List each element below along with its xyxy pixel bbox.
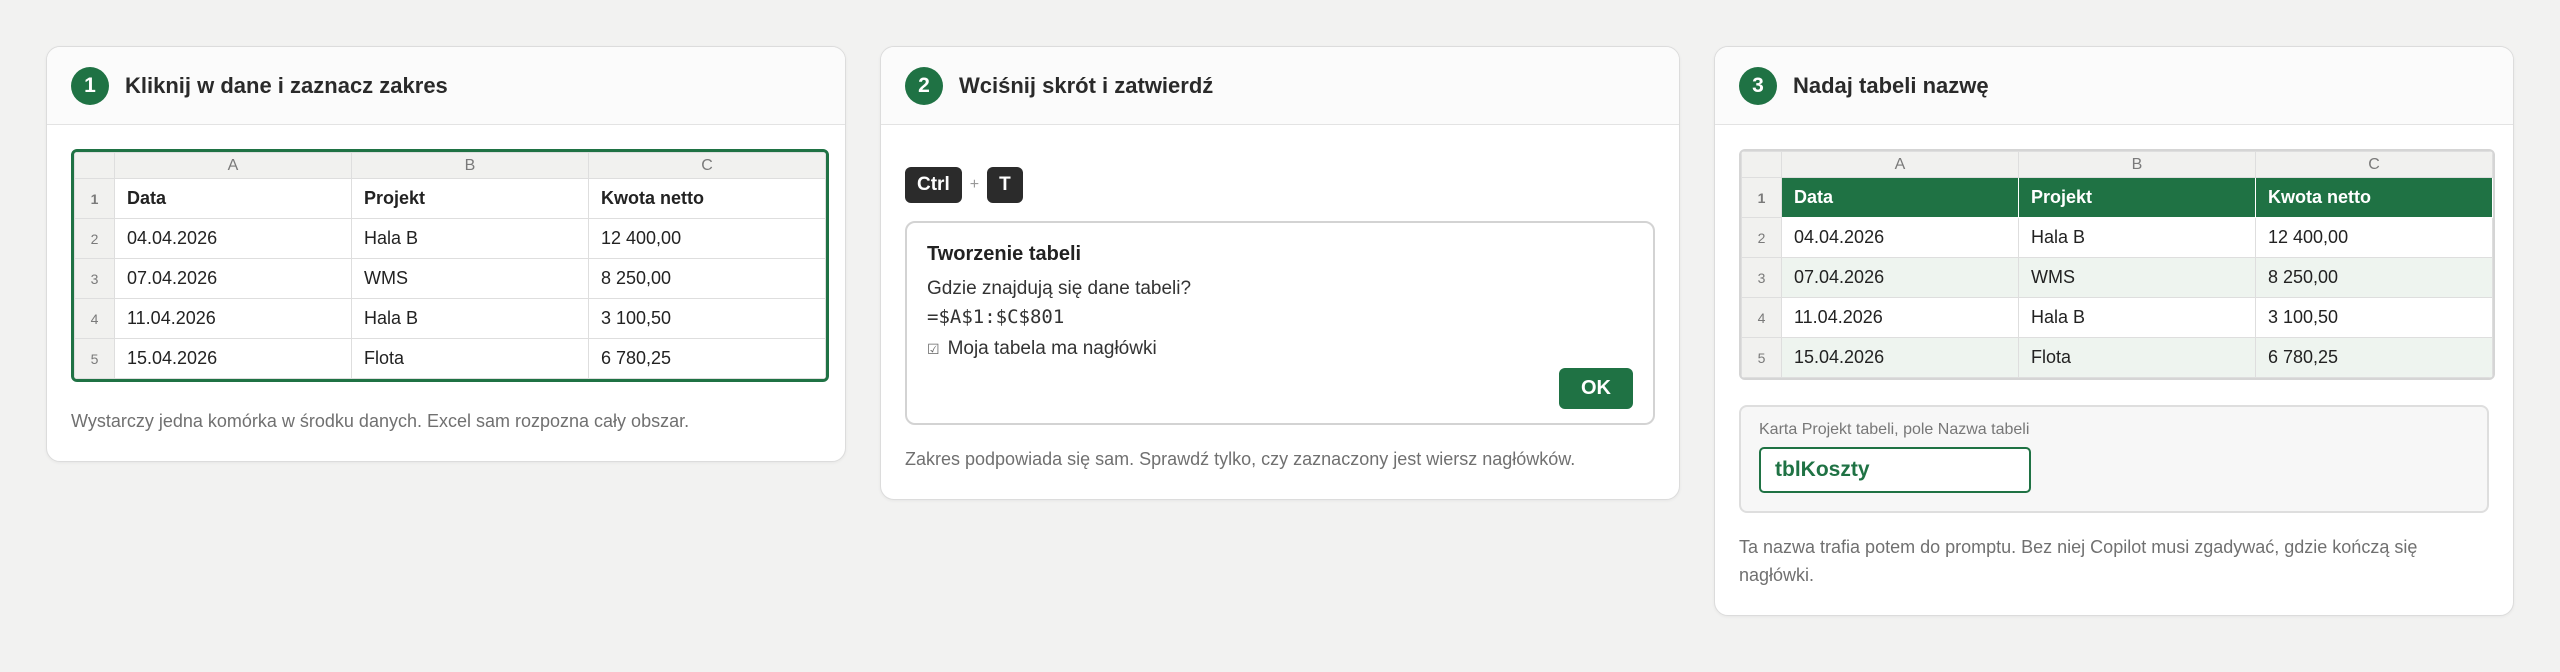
step-caption: Wystarczy jedna komórka w środku danych.… [71, 411, 690, 431]
row-number[interactable]: 3 [74, 258, 115, 299]
column-header-c[interactable]: C [2255, 151, 2493, 178]
table-name-panel: Karta Projekt tabeli, pole Nazwa tabeli … [1739, 405, 2489, 513]
cell-project[interactable]: Hala B [2018, 217, 2256, 258]
step-title: Nadaj tabeli nazwę [1793, 72, 1989, 98]
cell-date[interactable]: 04.04.2026 [1781, 217, 2019, 258]
cell-project[interactable]: WMS [2018, 257, 2256, 298]
table-name-input[interactable]: tblKoszty [1759, 447, 2031, 493]
row-number[interactable]: 5 [1741, 337, 1782, 378]
range-field[interactable]: =$A$1:$C$801 [927, 306, 1633, 328]
dialog-question: Gdzie znajdują się dane tabeli? [927, 278, 1192, 299]
header-cell-kwota[interactable]: Kwota netto [588, 178, 826, 219]
row-number[interactable]: 4 [1741, 297, 1782, 338]
cell-project[interactable]: Flota [351, 338, 589, 379]
cell-amount[interactable]: 12 400,00 [588, 218, 826, 259]
checkbox-checked-icon[interactable]: ☑ [927, 341, 940, 358]
step-caption: Zakres podpowiada się sam. Sprawdź tylko… [905, 449, 1576, 469]
cell-date[interactable]: 11.04.2026 [114, 298, 352, 339]
plus-sign: + [969, 176, 980, 193]
column-header-b[interactable]: B [2018, 151, 2256, 178]
row-number[interactable]: 3 [1741, 257, 1782, 298]
step-caption: Ta nazwa trafia potem do promptu. Bez ni… [1739, 537, 2418, 585]
formatted-table-sheet[interactable]: A B C 1 Data Projekt Kwota netto 2 04.04… [1739, 149, 2495, 380]
dialog-title: Tworzenie tabeli [927, 243, 1082, 265]
cell-amount[interactable]: 12 400,00 [2255, 217, 2493, 258]
table-row: 1 Data Projekt Kwota netto [74, 178, 826, 219]
table-row: 5 15.04.2026 Flota 6 780,25 [74, 338, 826, 379]
create-table-dialog: Tworzenie tabeli Gdzie znajdują się dane… [905, 221, 1655, 425]
row-number[interactable]: 4 [74, 298, 115, 339]
header-cell-kwota[interactable]: Kwota netto [2255, 177, 2493, 218]
row-number[interactable]: 2 [74, 218, 115, 259]
step-number-badge: 3 [1739, 66, 1777, 105]
header-cell-projekt[interactable]: Projekt [2018, 177, 2256, 218]
column-header-a[interactable]: A [1781, 151, 2019, 178]
step-card-1: 1 Kliknij w dane i zaznacz zakres A B C … [46, 46, 846, 462]
step-number-badge: 1 [71, 66, 109, 105]
spreadsheet-grid: A B C 1 Data Projekt Kwota netto 2 04.04… [1741, 151, 2493, 378]
cell-amount[interactable]: 6 780,25 [2255, 337, 2493, 378]
step-card-2: 2 Wciśnij skrót i zatwierdź Ctrl + T Two… [880, 46, 1680, 500]
cell-amount[interactable]: 6 780,25 [588, 338, 826, 379]
cell-date[interactable]: 11.04.2026 [1781, 297, 2019, 338]
row-number[interactable]: 5 [74, 338, 115, 379]
step-header-2: 2 Wciśnij skrót i zatwierdź [881, 47, 1679, 125]
corner-cell[interactable] [74, 152, 115, 179]
column-header-b[interactable]: B [351, 152, 589, 179]
cell-date[interactable]: 04.04.2026 [114, 218, 352, 259]
spreadsheet-grid: A B C 1 Data Projekt Kwota netto 2 04.04… [74, 152, 826, 379]
table-name-label: Karta Projekt tabeli, pole Nazwa tabeli [1759, 421, 2030, 438]
cell-date[interactable]: 15.04.2026 [114, 338, 352, 379]
step-header-1: 1 Kliknij w dane i zaznacz zakres [47, 47, 845, 125]
row-number[interactable]: 2 [1741, 217, 1782, 258]
table-row: 2 04.04.2026 Hala B 12 400,00 [74, 218, 826, 259]
selected-range-sheet[interactable]: A B C 1 Data Projekt Kwota netto 2 04.04… [71, 149, 829, 382]
corner-cell[interactable] [1741, 151, 1782, 178]
cell-date[interactable]: 07.04.2026 [1781, 257, 2019, 298]
cell-project[interactable]: WMS [351, 258, 589, 299]
header-cell-projekt[interactable]: Projekt [351, 178, 589, 219]
table-row: 5 15.04.2026 Flota 6 780,25 [1741, 337, 2493, 378]
cell-project[interactable]: Hala B [351, 218, 589, 259]
header-cell-data[interactable]: Data [114, 178, 352, 219]
table-row: 4 11.04.2026 Hala B 3 100,50 [1741, 297, 2493, 338]
keyboard-shortcut: Ctrl + T [905, 167, 1655, 203]
step-title: Kliknij w dane i zaznacz zakres [125, 72, 448, 98]
ctrl-key: Ctrl [905, 167, 962, 203]
headers-checkbox[interactable]: ☑ Moja tabela ma nagłówki [927, 338, 1633, 360]
column-header-a[interactable]: A [114, 152, 352, 179]
step-card-3: 3 Nadaj tabeli nazwę A B C 1 Data Projek… [1714, 46, 2514, 616]
cell-project[interactable]: Hala B [351, 298, 589, 339]
checkbox-label: Moja tabela ma nagłówki [947, 338, 1157, 359]
table-row: 2 04.04.2026 Hala B 12 400,00 [1741, 217, 2493, 258]
column-header-row: A B C [74, 152, 826, 179]
row-number[interactable]: 1 [74, 178, 115, 219]
column-header-row: A B C [1741, 151, 2493, 178]
cell-project[interactable]: Flota [2018, 337, 2256, 378]
ok-button[interactable]: OK [1559, 368, 1633, 409]
step-header-3: 3 Nadaj tabeli nazwę [1715, 47, 2513, 125]
header-cell-data[interactable]: Data [1781, 177, 2019, 218]
table-row: 4 11.04.2026 Hala B 3 100,50 [74, 298, 826, 339]
table-row: 3 07.04.2026 WMS 8 250,00 [74, 258, 826, 299]
cell-date[interactable]: 07.04.2026 [114, 258, 352, 299]
column-header-c[interactable]: C [588, 152, 826, 179]
row-number[interactable]: 1 [1741, 177, 1782, 218]
step-number-badge: 2 [905, 66, 943, 105]
cell-project[interactable]: Hala B [2018, 297, 2256, 338]
cell-amount[interactable]: 3 100,50 [588, 298, 826, 339]
cell-date[interactable]: 15.04.2026 [1781, 337, 2019, 378]
cell-amount[interactable]: 8 250,00 [588, 258, 826, 299]
step-title: Wciśnij skrót i zatwierdź [959, 72, 1214, 98]
cell-amount[interactable]: 3 100,50 [2255, 297, 2493, 338]
table-row: 1 Data Projekt Kwota netto [1741, 177, 2493, 218]
cell-amount[interactable]: 8 250,00 [2255, 257, 2493, 298]
t-key: T [987, 167, 1023, 203]
table-row: 3 07.04.2026 WMS 8 250,00 [1741, 257, 2493, 298]
